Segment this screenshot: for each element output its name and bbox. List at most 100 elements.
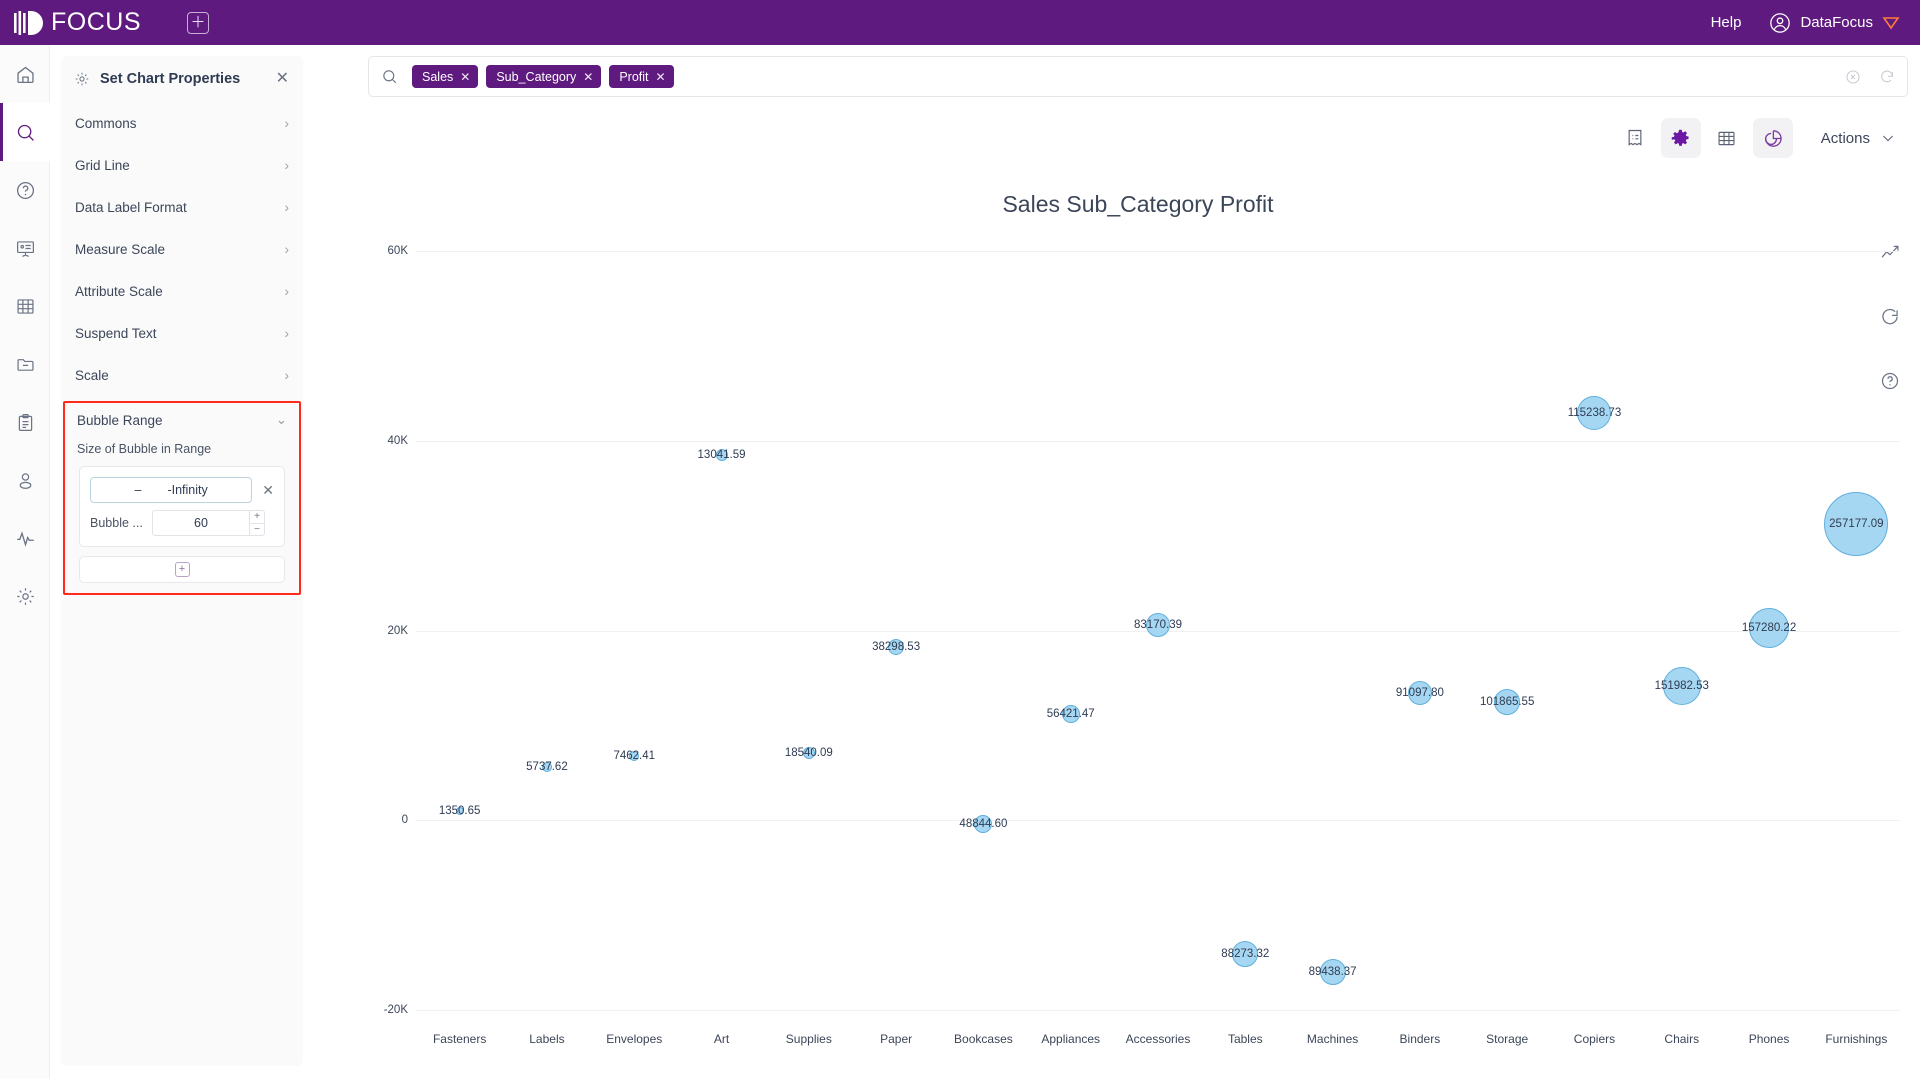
close-icon[interactable]: ✕ bbox=[583, 70, 593, 84]
search-icon bbox=[17, 124, 34, 141]
prop-item-data-label-format[interactable]: Data Label Format › bbox=[61, 186, 303, 228]
top-bar: FOCUS ＋ Help DataFocus bbox=[0, 0, 1920, 45]
search-chip-profit[interactable]: Profit ✕ bbox=[609, 65, 674, 88]
bubble-data-label: 151982.53 bbox=[1654, 679, 1709, 692]
close-icon[interactable]: ✕ bbox=[656, 70, 666, 84]
search-bar[interactable]: Sales ✕ Sub_Category ✕ Profit ✕ bbox=[368, 56, 1908, 97]
x-axis-tick: Art bbox=[713, 1032, 730, 1046]
bubble-data-label: 88273.32 bbox=[1221, 948, 1270, 961]
gear-icon bbox=[75, 72, 89, 86]
chevron-right-icon: › bbox=[284, 157, 290, 173]
x-axis-tick: Phones bbox=[1748, 1032, 1790, 1046]
x-axis-tick: Copiers bbox=[1573, 1032, 1616, 1046]
close-icon[interactable]: ✕ bbox=[460, 70, 470, 84]
activity-icon bbox=[16, 530, 34, 547]
sidebar-item-help[interactable] bbox=[0, 161, 50, 219]
x-axis-tick: Envelopes bbox=[606, 1032, 663, 1046]
bubble-data-label: 5737.62 bbox=[526, 760, 568, 773]
icon-rail bbox=[0, 45, 50, 1079]
prop-item-scale[interactable]: Scale › bbox=[61, 354, 303, 396]
x-axis-tick: Bookcases bbox=[954, 1032, 1013, 1046]
avatar-icon bbox=[1770, 12, 1791, 33]
sidebar-item-activity[interactable] bbox=[0, 509, 50, 567]
chevron-right-icon: › bbox=[284, 325, 290, 341]
sidebar-item-table[interactable] bbox=[0, 277, 50, 335]
sidebar-item-user[interactable] bbox=[0, 451, 50, 509]
x-axis-tick: Fasteners bbox=[432, 1032, 487, 1046]
prop-label: Data Label Format bbox=[75, 199, 187, 215]
brand-logo[interactable]: FOCUS bbox=[14, 8, 141, 37]
page-title: Sales Sub_Category Profit bbox=[1002, 191, 1274, 217]
stepper-increment-icon[interactable]: + bbox=[250, 510, 265, 524]
prop-item-suspend-text[interactable]: Suspend Text › bbox=[61, 312, 303, 354]
close-icon[interactable]: ✕ bbox=[276, 71, 289, 87]
y-axis-tick: 60K bbox=[387, 245, 408, 257]
bubble-data-label: 89438.37 bbox=[1308, 966, 1357, 979]
sidebar-item-presentation[interactable] bbox=[0, 219, 50, 277]
panel-header: Set Chart Properties ✕ bbox=[61, 56, 303, 102]
bubble-data-label: 91097.80 bbox=[1395, 687, 1444, 700]
settings-gear-icon bbox=[16, 587, 34, 605]
add-tab-button[interactable]: ＋ bbox=[187, 11, 209, 34]
bubble-range-toggle[interactable]: Bubble Range ⌄ bbox=[65, 403, 299, 437]
prop-label: Grid Line bbox=[75, 157, 130, 173]
add-range-button[interactable]: + bbox=[79, 556, 285, 583]
sidebar-item-search[interactable] bbox=[0, 103, 50, 161]
diamond-badge-icon bbox=[1882, 16, 1900, 29]
refresh-icon[interactable] bbox=[1879, 69, 1895, 85]
grid-line bbox=[416, 820, 1900, 822]
y-axis-tick: -20K bbox=[383, 1004, 408, 1016]
sidebar-item-home[interactable] bbox=[0, 45, 50, 103]
sidebar-item-clipboard[interactable] bbox=[0, 393, 50, 451]
search-chip-sub-category[interactable]: Sub_Category ✕ bbox=[486, 65, 602, 88]
x-axis-tick: Appliances bbox=[1041, 1032, 1101, 1046]
user-menu[interactable]: DataFocus bbox=[1769, 12, 1900, 34]
bubble-data-label: 1350.65 bbox=[438, 805, 481, 818]
bubble-chart[interactable]: -20K 0 20K 40K 60K Fasteners Labels Envelopes Ar… bbox=[368, 226, 1908, 1070]
bubble-size-stepper[interactable]: 60 + − bbox=[152, 510, 265, 536]
range-dash: – bbox=[134, 483, 142, 497]
prop-label: Measure Scale bbox=[75, 241, 166, 257]
table-view-button[interactable] bbox=[1707, 118, 1747, 158]
x-axis-tick: Binders bbox=[1399, 1032, 1441, 1046]
chart-settings-button[interactable] bbox=[1660, 118, 1701, 158]
range-bounds-input[interactable]: – -Infinity bbox=[90, 477, 253, 503]
y-axis-tick: 20K bbox=[387, 624, 408, 637]
chip-label: Profit bbox=[619, 69, 649, 84]
gear-icon bbox=[1672, 129, 1689, 146]
remove-range-icon[interactable]: ✕ bbox=[262, 483, 274, 497]
x-axis-tick: Chairs bbox=[1664, 1032, 1700, 1046]
x-axis-tick: Furnishings bbox=[1825, 1032, 1888, 1046]
bubble-size-row: Bubble ... 60 + − bbox=[90, 510, 274, 536]
sidebar-item-folder[interactable] bbox=[0, 335, 50, 393]
help-circle-icon bbox=[16, 181, 34, 199]
table-icon bbox=[1718, 131, 1735, 145]
search-icon bbox=[383, 70, 397, 84]
search-chip-sales[interactable]: Sales ✕ bbox=[412, 65, 479, 88]
help-link[interactable]: Help bbox=[1711, 14, 1742, 31]
chevron-down-icon bbox=[1882, 135, 1894, 142]
chart-type-button[interactable] bbox=[1752, 118, 1793, 158]
bubble-size-input[interactable]: 60 bbox=[152, 510, 250, 536]
sidebar-item-settings[interactable] bbox=[0, 567, 50, 625]
grid-line bbox=[416, 1010, 1900, 1011]
stepper-decrement-icon[interactable]: − bbox=[250, 523, 265, 536]
prop-label: Attribute Scale bbox=[75, 283, 163, 299]
chevron-right-icon: › bbox=[284, 283, 290, 299]
prop-item-grid-line[interactable]: Grid Line › bbox=[61, 144, 303, 186]
pie-chart-icon bbox=[1765, 129, 1782, 147]
clear-circle-icon[interactable] bbox=[1845, 69, 1861, 85]
bubble-data-label: 83170.39 bbox=[1134, 618, 1182, 631]
actions-dropdown[interactable]: Actions bbox=[1821, 130, 1896, 147]
chip-label: Sub_Category bbox=[496, 69, 577, 84]
prop-item-attribute-scale[interactable]: Attribute Scale › bbox=[61, 270, 303, 312]
range-row: – -Infinity ✕ bbox=[90, 477, 274, 503]
prop-item-measure-scale[interactable]: Measure Scale › bbox=[61, 228, 303, 270]
prop-label: Suspend Text bbox=[75, 325, 157, 341]
bubble-data-label: 157280.22 bbox=[1741, 621, 1797, 634]
y-axis-tick: 40K bbox=[387, 434, 408, 447]
prop-item-commons[interactable]: Commons › bbox=[61, 102, 303, 144]
receipt-view-button[interactable] bbox=[1615, 118, 1655, 158]
bubble-data-label: 56421.47 bbox=[1046, 707, 1095, 720]
chip-label: Sales bbox=[422, 69, 454, 84]
